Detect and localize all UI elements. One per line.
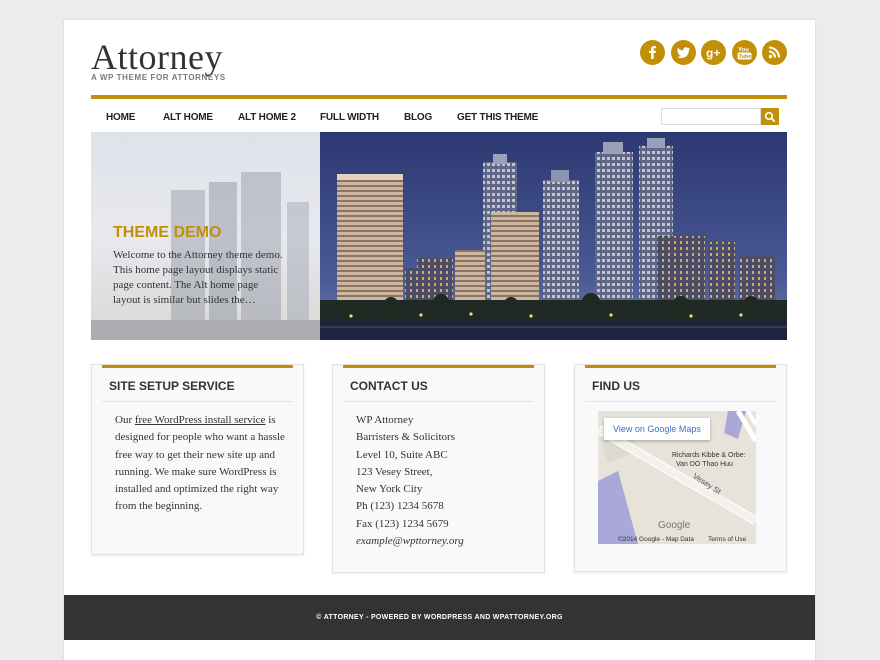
svg-text:Tube: Tube — [739, 54, 752, 60]
twitter-icon[interactable] — [671, 40, 696, 65]
widget-site-setup: SITE SETUP SERVICE Our free WordPress in… — [91, 364, 304, 555]
facebook-icon[interactable] — [640, 40, 665, 65]
widget-contact-us: CONTACT US WP Attorney Barristers & Soli… — [332, 364, 545, 573]
contact-line: Fax (123) 1234 5679 — [356, 517, 449, 530]
search-input[interactable] — [661, 108, 761, 125]
youtube-icon[interactable]: You Tube — [732, 40, 757, 65]
hero-title: THEME DEMO — [113, 224, 222, 241]
contact-line: WP Attorney — [356, 414, 414, 426]
widget-text: Our free WordPress install service is de… — [115, 412, 287, 516]
nav-item-home[interactable]: HOME — [106, 112, 135, 123]
search-icon — [764, 111, 776, 122]
site-footer: © ATTORNEY - POWERED BY WORDPRESS AND WP… — [64, 595, 815, 640]
widget-title: FIND US — [592, 379, 640, 393]
contact-line: Level 10, Suite ABC — [356, 448, 448, 461]
site-logo[interactable]: Attorney — [91, 36, 223, 78]
contact-line: Barristers & Solicitors — [356, 431, 455, 444]
contact-email[interactable]: example@wpttorney.org — [356, 533, 528, 550]
google-plus-icon[interactable]: g+ — [701, 40, 726, 65]
nav-item-get-this-theme[interactable]: GET THIS THEME — [457, 112, 538, 123]
widget-accent-bar — [102, 365, 293, 368]
main-navigation: HOME ALT HOME ALT HOME 2 FULL WIDTH BLOG… — [91, 95, 787, 136]
divider — [585, 401, 776, 402]
svg-text:g+: g+ — [706, 46, 720, 60]
nav-item-blog[interactable]: BLOG — [404, 112, 432, 123]
contact-line: New York City — [356, 483, 423, 496]
nav-item-alt-home-2[interactable]: ALT HOME 2 — [238, 112, 296, 123]
hero-text: Welcome to the Attorney theme demo. This… — [113, 249, 283, 306]
hero-slider: THEME DEMO Welcome to the Attorney theme… — [91, 132, 787, 340]
search-button[interactable] — [761, 108, 779, 125]
contact-line: Ph (123) 1234 5678 — [356, 500, 444, 513]
contact-line: 123 Vesey Street, — [356, 465, 433, 478]
svg-text:©2014 Google - Map Data: ©2014 Google - Map Data — [618, 535, 694, 543]
contact-address: WP Attorney Barristers & Solicitors Leve… — [356, 412, 528, 550]
nav-item-alt-home[interactable]: ALT HOME — [163, 112, 213, 123]
widget-title: SITE SETUP SERVICE — [109, 379, 235, 393]
nav-item-full-width[interactable]: FULL WIDTH — [320, 112, 379, 123]
text-segment: Our — [115, 414, 135, 426]
page-container: Attorney A WP THEME FOR ATTORNEYS g+ You… — [64, 20, 815, 660]
google-map[interactable]: Richards Kibbe & Orbe: Van DO Thao Huu V… — [598, 411, 756, 544]
svg-text:Van DO Thao Huu: Van DO Thao Huu — [676, 461, 733, 468]
rss-icon[interactable] — [762, 40, 787, 65]
svg-text:Terms of Use: Terms of Use — [708, 536, 747, 543]
text-segment: is designed for people who want a hassle… — [115, 414, 285, 513]
divider — [102, 401, 293, 402]
widget-accent-bar — [343, 365, 534, 368]
footer-credits: © ATTORNEY - POWERED BY WORDPRESS AND WP… — [316, 614, 563, 621]
widget-accent-bar — [585, 365, 776, 368]
widget-find-us: FIND US Richards Kibbe & Orbe: Van DO Th… — [574, 364, 787, 572]
site-tagline: A WP THEME FOR ATTORNEYS — [91, 73, 226, 82]
svg-text:Richards Kibbe & Orbe:: Richards Kibbe & Orbe: — [672, 452, 746, 459]
view-on-google-maps-button[interactable]: View on Google Maps — [604, 418, 710, 440]
divider — [343, 401, 534, 402]
install-service-link[interactable]: free WordPress install service — [135, 414, 266, 426]
svg-text:Google: Google — [658, 520, 691, 531]
hero-caption-panel: THEME DEMO Welcome to the Attorney theme… — [91, 132, 320, 340]
widget-title: CONTACT US — [350, 379, 428, 393]
